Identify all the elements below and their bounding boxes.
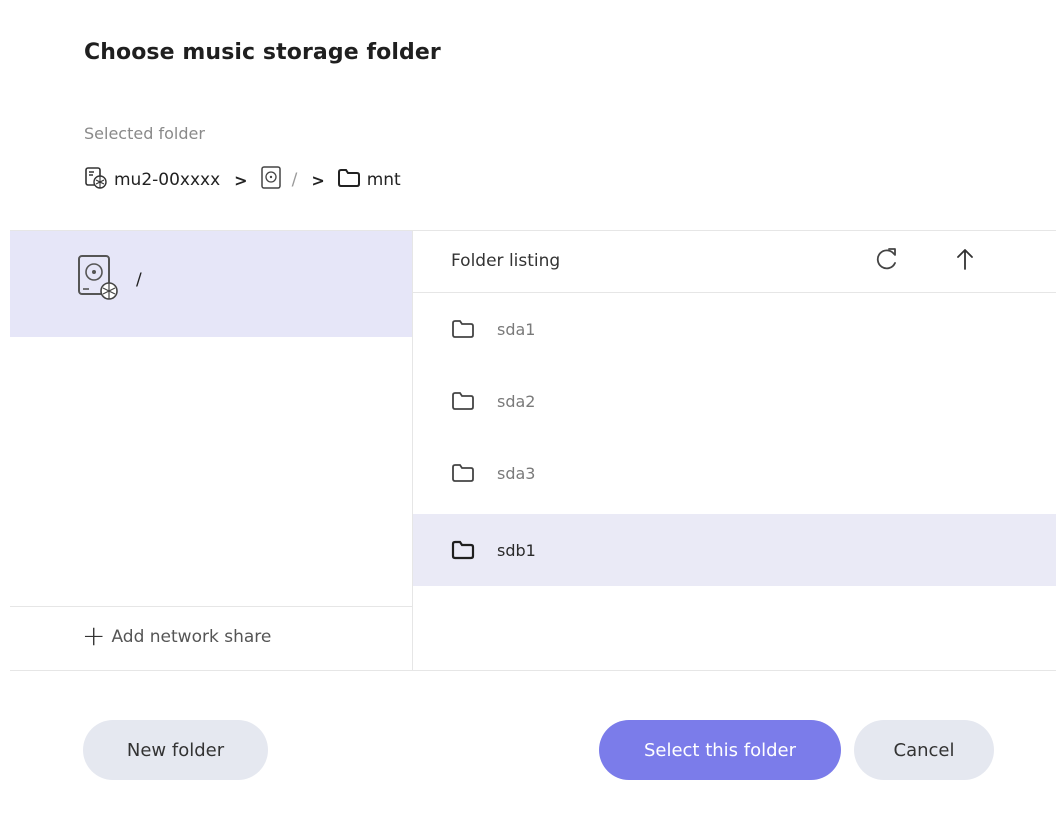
left-footer-divider: [10, 606, 412, 607]
breadcrumb-item-mnt[interactable]: mnt: [337, 168, 401, 193]
add-network-share-button[interactable]: + Add network share: [82, 619, 272, 652]
breadcrumb-separator: >: [234, 170, 248, 190]
folder-row[interactable]: sda1: [413, 293, 1056, 365]
breadcrumb-label-mnt: mnt: [366, 170, 401, 190]
folder-icon: [451, 540, 475, 560]
folder-listing-header: Folder listing: [413, 231, 1056, 293]
folder-icon: [451, 319, 475, 339]
cancel-button[interactable]: Cancel: [854, 720, 994, 780]
hard-drive-icon: [76, 254, 120, 306]
refresh-icon: [874, 246, 900, 276]
arrow-up-icon: [954, 247, 976, 275]
breadcrumb-label-root: /: [291, 170, 298, 190]
new-folder-button[interactable]: New folder: [83, 720, 268, 780]
choose-folder-dialog: Choose music storage folder Selected fol…: [0, 0, 1056, 827]
breadcrumb-separator: >: [311, 170, 325, 190]
folder-icon: [451, 463, 475, 483]
plus-icon: +: [82, 619, 106, 652]
folder-row-selected[interactable]: sdb1: [413, 514, 1056, 586]
folder-name: sda3: [497, 463, 536, 483]
network-drive-icon: [84, 166, 108, 194]
add-network-share-label: Add network share: [111, 627, 272, 647]
folder-icon: [451, 391, 475, 411]
breadcrumb: mu2-00xxxx > / > mnt: [84, 165, 401, 195]
folder-name: sdb1: [497, 540, 536, 560]
drive-list-pane: / + Add network share: [10, 231, 412, 670]
folder-name: sda2: [497, 391, 536, 411]
parent-folder-button[interactable]: [949, 245, 981, 277]
breadcrumb-label-host: mu2-00xxxx: [114, 170, 221, 190]
breadcrumb-item-root[interactable]: /: [260, 165, 298, 195]
folder-name: sda1: [497, 319, 536, 339]
bottom-divider: [10, 670, 1056, 671]
breadcrumb-item-host[interactable]: mu2-00xxxx: [84, 166, 221, 194]
disk-icon: [260, 165, 282, 195]
dialog-title: Choose music storage folder: [84, 40, 441, 65]
select-folder-button[interactable]: Select this folder: [599, 720, 841, 780]
refresh-button[interactable]: [871, 245, 903, 277]
drive-item-root[interactable]: /: [10, 231, 412, 337]
folder-listing-title: Folder listing: [451, 251, 561, 271]
drive-label: /: [136, 270, 142, 290]
folder-row[interactable]: sda3: [413, 437, 1056, 509]
selected-folder-label: Selected folder: [84, 124, 205, 143]
folder-listing-pane: Folder listing sda1 sda2 sda3 sdb1: [413, 231, 1056, 670]
folder-icon: [337, 168, 361, 193]
folder-row[interactable]: sda2: [413, 365, 1056, 437]
